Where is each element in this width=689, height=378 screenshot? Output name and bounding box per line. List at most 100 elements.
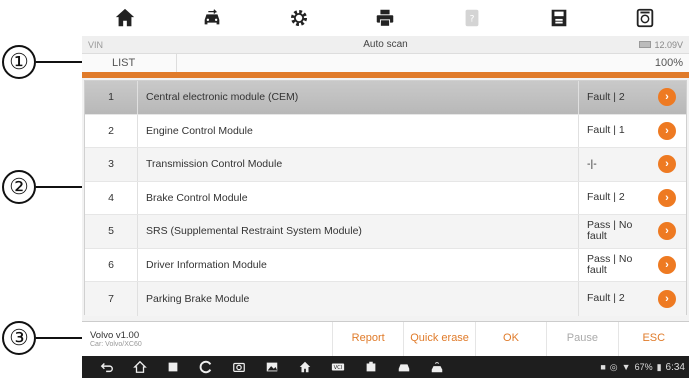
vehicle-button[interactable] (387, 356, 420, 378)
row-index: 1 (108, 91, 114, 104)
report-button[interactable]: Report (332, 322, 403, 356)
vehicle-swap-icon (204, 9, 220, 25)
voltage-indicator: 12.09V (639, 40, 683, 50)
recent-apps-icon (168, 362, 177, 372)
row-index: 4 (108, 191, 114, 204)
chevron-right-icon[interactable]: › (658, 121, 676, 140)
ok-button[interactable]: OK (474, 322, 546, 356)
esc-button[interactable]: ESC (617, 322, 689, 356)
vci-icon (637, 8, 654, 28)
module-status: Fault | 2 (578, 81, 648, 114)
module-status: Pass | No fault (578, 248, 648, 281)
page-title: Auto scan (363, 39, 408, 50)
row-index: 5 (108, 225, 114, 238)
chevron-right-icon[interactable]: › (658, 88, 676, 107)
module-name: Central electronic module (CEM) (137, 81, 578, 114)
battery-percentage: 67% (634, 362, 653, 372)
vci-button[interactable] (602, 0, 689, 36)
wifi-icon: ▼ (621, 362, 631, 372)
print-button[interactable] (342, 0, 429, 36)
service-button[interactable] (354, 356, 387, 378)
home-button[interactable] (82, 0, 169, 36)
home-nav-button[interactable] (123, 356, 156, 378)
callout-line (36, 61, 86, 63)
screenshot-button[interactable] (222, 356, 255, 378)
chevron-right-icon[interactable]: › (658, 155, 676, 174)
svg-text:VCI: VCI (333, 365, 342, 371)
module-status: Fault | 2 (578, 181, 648, 214)
system-tray: ■ ◎ ▼ 67% ▮ 6:34 (600, 356, 685, 378)
clock: 6:34 (665, 361, 685, 373)
row-index: 2 (108, 124, 114, 137)
table-row[interactable]: 6 Driver Information Module Pass | No fa… (85, 248, 686, 282)
back-arrow-icon (100, 363, 113, 373)
android-navigation-bar: VCI ■ ◎ ▼ 67% ▮ 6:34 (82, 356, 689, 378)
table-row[interactable]: 3 Transmission Control Module -|- › (85, 148, 686, 182)
vehicle-home-button[interactable] (288, 356, 321, 378)
autel-logo-icon (199, 360, 211, 374)
vehicle-name: Volvo v1.00 (90, 330, 140, 341)
callout-2: ② (0, 170, 86, 204)
help-button[interactable]: ? (429, 0, 516, 36)
module-status: Fault | 1 (578, 114, 648, 147)
vehicle-swap-button[interactable] (169, 0, 256, 36)
chevron-right-icon[interactable]: › (658, 255, 676, 274)
function-bar: Volvo v1.00 Car: Volvo/XC60 Report Quick… (82, 321, 689, 356)
autel-launcher-button[interactable] (189, 356, 222, 378)
tablet-screen: ? VIN Auto scan 12.09V LIST 100% 1 Centr… (82, 0, 689, 378)
module-name: Brake Control Module (137, 181, 578, 214)
top-toolbar: ? (82, 0, 689, 36)
status-row: VIN Auto scan 12.09V (82, 36, 689, 53)
quick-erase-button[interactable]: Quick erase (403, 322, 474, 356)
service-icon (366, 361, 375, 372)
back-button[interactable] (90, 356, 123, 378)
battery-voltage-icon (639, 41, 652, 48)
sync-icon: ◎ (609, 361, 618, 372)
vci-status-button[interactable]: VCI (321, 356, 354, 378)
save-icon (551, 9, 567, 27)
voltage-value: 12.09V (654, 39, 683, 50)
progress-fill (82, 72, 689, 78)
module-name: SRS (Supplemental Restraint System Modul… (137, 215, 578, 248)
car-icon (398, 364, 409, 372)
callout-line (36, 186, 86, 188)
module-name: Transmission Control Module (137, 148, 578, 181)
module-name: Driver Information Module (137, 248, 578, 281)
remote-button[interactable] (420, 356, 453, 378)
list-label: LIST (82, 54, 177, 72)
battery-icon: ▮ (656, 361, 662, 372)
table-row[interactable]: 7 Parking Brake Module Fault | 2 › (85, 282, 686, 316)
recent-apps-button[interactable] (156, 356, 189, 378)
home-icon (299, 361, 310, 373)
callout-number: ② (2, 170, 36, 204)
row-index: 6 (108, 258, 114, 271)
pause-button[interactable]: Pause (546, 322, 617, 356)
module-status: Pass | No fault (578, 215, 648, 248)
vehicle-info: Volvo v1.00 Car: Volvo/XC60 (82, 330, 332, 348)
callout-1: ① (0, 45, 86, 79)
settings-gear-icon (290, 9, 307, 27)
module-name: Parking Brake Module (137, 282, 578, 316)
gallery-icon (266, 362, 277, 372)
table-row[interactable]: 5 SRS (Supplemental Restraint System Mod… (85, 215, 686, 249)
remote-car-icon (431, 362, 442, 373)
module-list: 1 Central electronic module (CEM) Fault … (84, 80, 687, 316)
callout-3: ③ (0, 321, 86, 355)
module-status: -|- (578, 148, 648, 181)
row-index: 7 (108, 292, 114, 305)
row-index: 3 (108, 158, 114, 171)
settings-button[interactable] (255, 0, 342, 36)
scan-progress-bar (82, 72, 689, 78)
camera-icon (232, 362, 245, 372)
gallery-button[interactable] (255, 356, 288, 378)
table-row[interactable]: 4 Brake Control Module Fault | 2 › (85, 181, 686, 215)
table-row[interactable]: 2 Engine Control Module Fault | 1 › (85, 114, 686, 148)
chevron-right-icon[interactable]: › (658, 222, 676, 241)
chat-icon: ■ (600, 362, 606, 372)
save-button[interactable] (515, 0, 602, 36)
chevron-right-icon[interactable]: › (658, 188, 676, 207)
chevron-right-icon[interactable]: › (658, 289, 676, 308)
progress-percentage: 100% (654, 57, 683, 69)
module-name: Engine Control Module (137, 114, 578, 147)
table-row[interactable]: 1 Central electronic module (CEM) Fault … (85, 81, 686, 115)
